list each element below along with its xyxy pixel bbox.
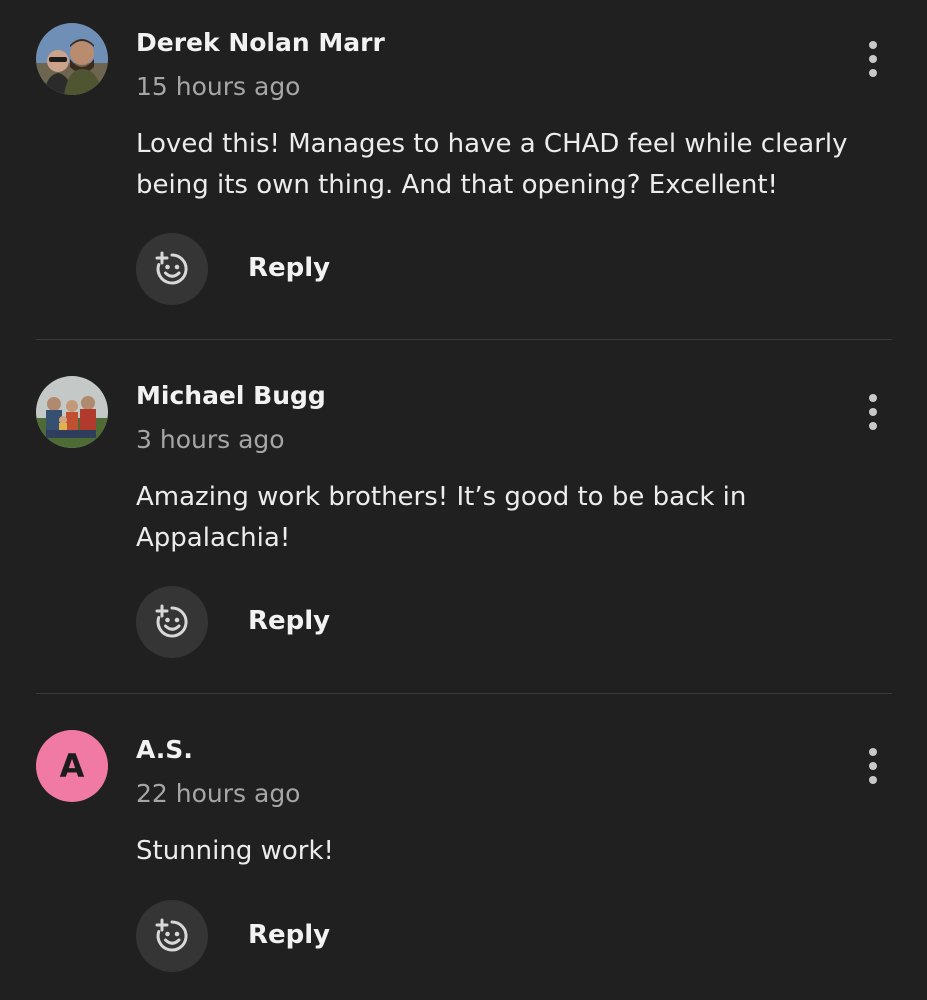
comment-item: Derek Nolan Marr 15 hours ago Loved this…: [0, 0, 927, 340]
comment-author[interactable]: Derek Nolan Marr: [136, 28, 385, 57]
more-options-button[interactable]: [858, 388, 888, 436]
add-reaction-button[interactable]: [136, 233, 208, 305]
more-vertical-icon: [869, 41, 877, 49]
avatar[interactable]: [36, 376, 108, 448]
more-vertical-icon: [869, 748, 877, 756]
comment-item: A A.S. 22 hours ago Stunning work! Reply: [0, 694, 927, 1000]
user-photo-avatar: [36, 376, 108, 448]
more-options-button[interactable]: [858, 742, 888, 790]
more-vertical-icon: [869, 394, 877, 402]
comment-author[interactable]: A.S.: [136, 735, 193, 764]
reply-button[interactable]: Reply: [248, 253, 330, 283]
avatar[interactable]: [36, 23, 108, 95]
reply-button[interactable]: Reply: [248, 606, 330, 636]
reply-button[interactable]: Reply: [248, 920, 330, 950]
comment-text: Loved this! Manages to have a CHAD feel …: [136, 129, 848, 200]
comment-author[interactable]: Michael Bugg: [136, 381, 326, 410]
add-reaction-icon: [155, 604, 188, 638]
comment-timestamp: 3 hours ago: [136, 425, 285, 454]
comment-text: Amazing work brothers! It’s good to be b…: [136, 482, 747, 553]
comment-text: Stunning work!: [136, 836, 334, 866]
comment-timestamp: 15 hours ago: [136, 72, 301, 101]
user-photo-avatar: [36, 23, 108, 95]
add-reaction-button[interactable]: [136, 900, 208, 972]
avatar[interactable]: A: [36, 730, 108, 802]
add-reaction-button[interactable]: [136, 586, 208, 658]
comment-timestamp: 22 hours ago: [136, 779, 301, 808]
more-options-button[interactable]: [858, 35, 888, 83]
add-reaction-icon: [155, 918, 188, 952]
comment-item: Michael Bugg 3 hours ago Amazing work br…: [0, 340, 927, 694]
add-reaction-icon: [155, 251, 188, 285]
